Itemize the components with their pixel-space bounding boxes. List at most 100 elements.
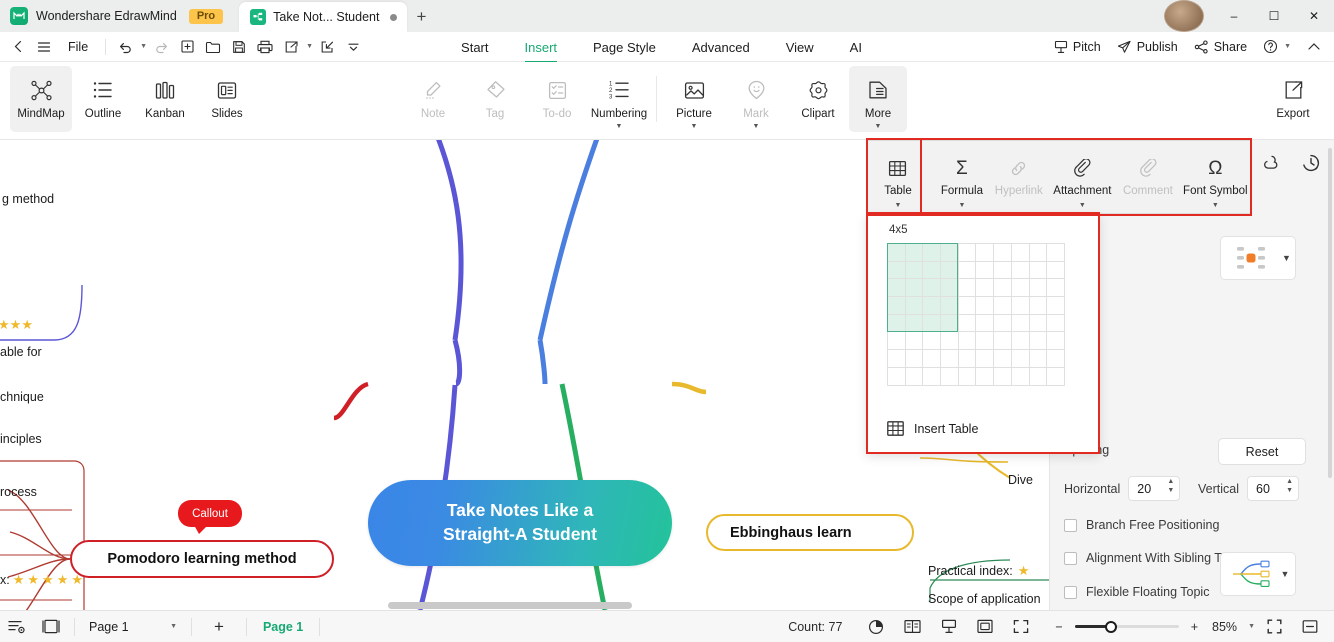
table-size-cell[interactable]: [958, 244, 977, 262]
canvas-horizontal-scrollbar[interactable]: [388, 602, 632, 609]
table-size-cell[interactable]: [1011, 297, 1030, 315]
insert-mark-button[interactable]: Mark ▼: [725, 66, 787, 132]
more-table-button[interactable]: Table ▼: [871, 141, 925, 213]
more-comment-button[interactable]: Comment: [1116, 141, 1180, 213]
table-size-cell[interactable]: [1029, 244, 1048, 262]
side-panel-icon[interactable]: [34, 611, 68, 642]
table-size-cell[interactable]: [958, 332, 977, 351]
expand-icon[interactable]: [1259, 611, 1290, 642]
insert-more-button[interactable]: More ▼: [849, 66, 907, 132]
tab-ai[interactable]: AI: [832, 35, 880, 59]
pitch-view-icon[interactable]: [933, 611, 965, 642]
print-icon[interactable]: [253, 35, 277, 59]
table-size-cell[interactable]: [994, 279, 1012, 298]
pitch-button[interactable]: Pitch: [1047, 35, 1108, 59]
view-mode-slides[interactable]: Slides: [196, 66, 258, 132]
table-size-cell[interactable]: [888, 261, 906, 280]
tab-advanced[interactable]: Advanced: [674, 35, 768, 59]
vertical-spinner[interactable]: 60 ▲ ▼: [1247, 476, 1299, 501]
table-dropdown-icon[interactable]: ▼: [895, 202, 902, 209]
more-attachment-button[interactable]: Attachment ▼: [1049, 141, 1116, 213]
table-size-cell[interactable]: [958, 297, 977, 315]
stub-learning-method[interactable]: g method: [2, 192, 54, 206]
share-button[interactable]: Share: [1187, 35, 1254, 59]
table-size-cell[interactable]: [941, 314, 959, 333]
undo-dropdown-icon[interactable]: ▼: [140, 43, 147, 50]
insert-todo-button[interactable]: To-do: [526, 66, 588, 132]
pie-view-icon[interactable]: [860, 611, 892, 642]
unsaved-indicator[interactable]: [390, 13, 398, 21]
vertical-spinner-arrows[interactable]: ▲ ▼: [1286, 478, 1293, 494]
structure-selector[interactable]: ▼: [1220, 236, 1296, 280]
table-size-cell[interactable]: [888, 332, 906, 351]
table-size-cell[interactable]: [923, 279, 942, 298]
view-mode-mindmap[interactable]: MindMap: [10, 66, 72, 132]
tab-start[interactable]: Start: [443, 35, 506, 59]
table-size-cell[interactable]: [888, 279, 906, 298]
help-dropdown-icon[interactable]: ▼: [1284, 43, 1291, 50]
table-size-cell[interactable]: [1047, 350, 1065, 368]
attachment-dropdown-icon[interactable]: ▼: [1079, 202, 1086, 209]
checkbox-branch-free-positioning[interactable]: Branch Free Positioning: [1064, 518, 1219, 532]
help-button[interactable]: ▼: [1256, 35, 1298, 59]
callout-badge[interactable]: Callout: [178, 500, 242, 534]
collapse-icon[interactable]: [1294, 611, 1326, 642]
more-formula-button[interactable]: Σ Formula ▼: [935, 141, 989, 213]
chevron-down-icon[interactable]: ▼: [1282, 253, 1291, 263]
maximize-button[interactable]: ☐: [1254, 0, 1294, 32]
insert-note-button[interactable]: Note: [402, 66, 464, 132]
save-icon[interactable]: [227, 35, 251, 59]
zoom-in-button[interactable]: +: [1187, 611, 1202, 642]
table-size-cell[interactable]: [905, 332, 924, 351]
table-size-cell[interactable]: [958, 279, 977, 298]
tab-view[interactable]: View: [768, 35, 832, 59]
avatar[interactable]: [1164, 0, 1204, 32]
table-size-cell[interactable]: [1047, 314, 1065, 333]
redo-icon[interactable]: [149, 35, 173, 59]
table-size-cell[interactable]: [976, 350, 995, 368]
tab-insert[interactable]: Insert: [507, 35, 576, 63]
active-page-tab[interactable]: Page 1: [253, 620, 313, 634]
table-size-cell[interactable]: [941, 350, 959, 368]
stub-technique[interactable]: chnique: [0, 390, 44, 404]
fullscreen-icon[interactable]: [1005, 611, 1037, 642]
table-size-cell[interactable]: [958, 314, 977, 333]
table-size-cell[interactable]: [976, 314, 995, 333]
undo-icon[interactable]: [113, 35, 137, 59]
table-size-cell[interactable]: [994, 244, 1012, 262]
table-size-cell[interactable]: [905, 279, 924, 298]
stub-suitable-for[interactable]: able for: [0, 345, 42, 359]
stub-process[interactable]: rocess: [0, 485, 37, 499]
table-size-cell[interactable]: [1047, 367, 1065, 386]
table-size-cell[interactable]: [888, 350, 906, 368]
zoom-slider-knob[interactable]: [1104, 620, 1117, 633]
table-size-cell[interactable]: [905, 261, 924, 280]
book-view-icon[interactable]: [896, 611, 929, 642]
numbering-dropdown-icon[interactable]: ▼: [616, 123, 623, 130]
collapse-ribbon-button[interactable]: [1300, 35, 1328, 59]
table-size-cell[interactable]: [888, 367, 906, 386]
outline-view-icon[interactable]: [0, 611, 34, 642]
table-size-cell[interactable]: [923, 261, 942, 280]
table-size-cell[interactable]: [958, 350, 977, 368]
table-size-cell[interactable]: [976, 279, 995, 298]
table-size-cell[interactable]: [1011, 261, 1030, 280]
history-icon[interactable]: [1298, 150, 1324, 176]
stub-scope[interactable]: Scope of application: [928, 592, 1041, 606]
insert-table-action[interactable]: Insert Table: [887, 421, 978, 436]
file-menu-button[interactable]: File: [58, 40, 98, 54]
stub-practical-index[interactable]: Practical index: ★: [928, 563, 1029, 579]
table-size-cell[interactable]: [1011, 367, 1030, 386]
table-size-cell[interactable]: [941, 261, 959, 280]
horizontal-spinner[interactable]: 20 ▲ ▼: [1128, 476, 1181, 501]
page-select[interactable]: Page 1 ▼: [81, 616, 185, 638]
table-size-cell[interactable]: [888, 314, 906, 333]
insert-numbering-button[interactable]: 123 Numbering ▼: [588, 66, 650, 132]
table-size-cell[interactable]: [958, 261, 977, 280]
table-size-cell[interactable]: [994, 367, 1012, 386]
table-size-cell[interactable]: [1029, 350, 1048, 368]
checkbox-icon[interactable]: [1064, 585, 1077, 599]
sidebar-scrollbar[interactable]: [1328, 148, 1332, 478]
more-dropdown-icon[interactable]: ▼: [875, 123, 882, 130]
checkbox-icon[interactable]: [1064, 551, 1077, 565]
